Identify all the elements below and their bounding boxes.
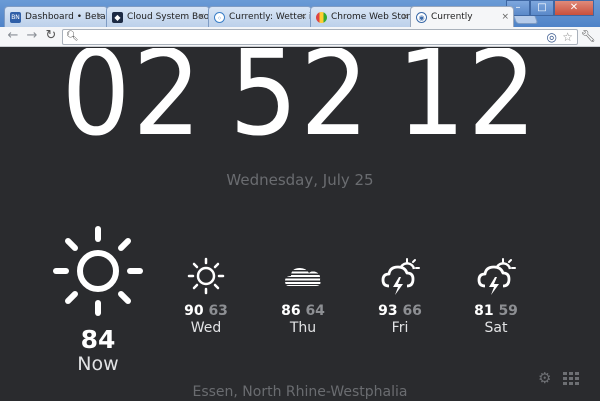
tab-chrome-web-store[interactable]: Chrome Web Store - ×: [310, 6, 414, 27]
clock-seconds: 12: [396, 48, 539, 162]
forecast-low: 63: [208, 303, 228, 319]
fog-icon: [285, 268, 321, 286]
tab-dashboard-betanews[interactable]: BN Dashboard • BetaNe ×: [4, 6, 108, 27]
apps-grid-icon[interactable]: [562, 371, 580, 385]
forward-button[interactable]: →: [24, 28, 40, 44]
sun-icon: [53, 226, 143, 316]
current-temperature: 84: [80, 325, 116, 354]
thunderstorm-icon: [477, 258, 516, 295]
tab-currently-wetter[interactable]: ◦ Currently: Wetter im ×: [208, 6, 312, 27]
currently-icon: ◉: [416, 12, 427, 23]
clock: 02 52 12: [24, 48, 576, 152]
address-input[interactable]: [79, 31, 539, 43]
search-icon: 🔍︎: [66, 31, 79, 42]
date-label: Wednesday, July 25: [226, 171, 374, 189]
current-weather: 84 Now: [48, 223, 148, 375]
forecast-low: 66: [402, 303, 422, 319]
close-icon[interactable]: ×: [299, 7, 307, 27]
thunderstorm-icon: [381, 258, 420, 295]
title-bar: BN Dashboard • BetaNe × ◆ Cloud System B…: [0, 0, 600, 27]
tab-currently[interactable]: ◉ Currently ×: [410, 6, 514, 27]
tab-cloud-system-booster[interactable]: ◆ Cloud System Booste ×: [106, 6, 210, 27]
address-bar[interactable]: 🔍︎ ◎ ☆: [62, 29, 578, 45]
bookmark-star-icon[interactable]: ☆: [562, 31, 573, 44]
close-icon[interactable]: ×: [401, 7, 409, 27]
back-button[interactable]: ←: [5, 28, 21, 44]
close-icon[interactable]: ×: [95, 7, 103, 27]
shield-icon: ◆: [112, 12, 123, 23]
wrench-menu-icon[interactable]: 🔧︎: [581, 28, 596, 45]
clock-hours: 02: [61, 48, 204, 162]
location-label: Essen, North Rhine-Westphalia: [192, 384, 408, 400]
store-icon: [316, 12, 327, 23]
extension-icon[interactable]: ◎: [547, 31, 557, 44]
forecast-day: 93 66 Fri: [365, 256, 435, 336]
clock-minutes: 52: [229, 48, 371, 162]
close-window-button[interactable]: ✕: [554, 0, 594, 16]
gear-icon[interactable]: ⚙: [538, 370, 551, 386]
browser-toolbar: ← → ↻ 🔍︎ ◎ ☆ 🔧︎: [0, 27, 600, 47]
forecast-day-name: Fri: [391, 320, 409, 336]
forecast-day-name: Sat: [484, 320, 508, 336]
forecast-low: 59: [498, 303, 518, 319]
forecast-low: 64: [305, 303, 325, 319]
forecast-day: 90 63 Wed: [171, 256, 241, 336]
forecast-high: 90: [184, 303, 204, 319]
forecast-day-name: Wed: [190, 320, 222, 336]
sun-icon: [187, 257, 225, 295]
current-label: Now: [77, 353, 119, 375]
reload-button[interactable]: ↻: [43, 28, 59, 44]
new-tab-page: 02 52 12 Wednesday, July 25 84 Now 90 63…: [0, 48, 600, 401]
close-icon[interactable]: ×: [197, 7, 205, 27]
tab-title: Currently: [431, 12, 473, 22]
forecast-high: 81: [474, 303, 494, 319]
close-icon[interactable]: ×: [501, 7, 509, 27]
forecast-day-name: Thu: [289, 320, 317, 336]
window-controls: – □ ✕: [506, 0, 594, 16]
forecast-high: 93: [378, 303, 398, 319]
forecast-day: 81 59 Sat: [461, 256, 531, 336]
betanews-favicon-icon: BN: [10, 12, 21, 23]
forecast-day: 86 64 Thu: [268, 256, 338, 336]
circle-icon: ◦: [214, 12, 225, 23]
forecast-high: 86: [281, 303, 301, 319]
maximize-button[interactable]: □: [530, 0, 554, 16]
